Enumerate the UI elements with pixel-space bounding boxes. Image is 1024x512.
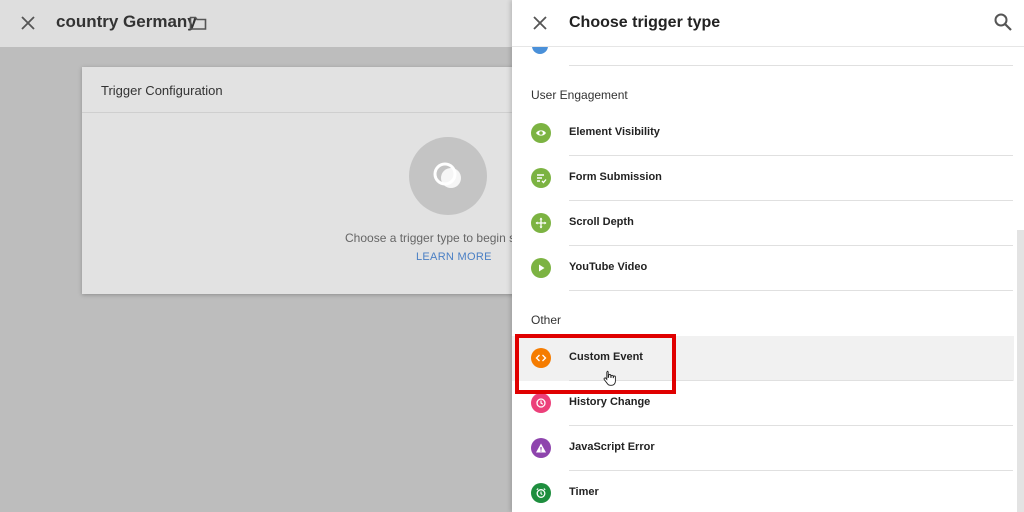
warning-icon [531,438,551,458]
trigger-item-label: YouTube Video [569,261,648,273]
move-icon [531,213,551,233]
trigger-item-label: Timer [569,486,599,498]
trigger-item-javascript-error[interactable]: JavaScript Error [512,426,1014,471]
trigger-placeholder[interactable] [409,137,487,215]
trigger-item-label: JavaScript Error [569,441,655,453]
editor-title[interactable]: country Germany [56,12,197,32]
trigger-item-scroll-depth[interactable]: Scroll Depth [512,201,1014,246]
card-hint-text: Choose a trigger type to begin s [345,231,516,245]
form-icon [531,168,551,188]
trigger-item-label: Scroll Depth [569,216,634,228]
folder-icon[interactable] [189,15,207,31]
learn-more-link[interactable]: LEARN MORE [416,251,492,263]
trigger-item-youtube-video[interactable]: YouTube Video [512,246,1014,291]
trigger-item-form-submission[interactable]: Form Submission [512,156,1014,201]
panel-header: Choose trigger type [512,0,1024,47]
highlight-box [515,334,676,394]
panel-scrollbar[interactable] [1017,230,1024,512]
trigger-configuration-card[interactable]: Trigger Configuration Choose a trigger t… [82,67,522,294]
section-user-engagement: User Engagement [531,88,628,102]
card-heading: Trigger Configuration [82,67,522,113]
play-icon [531,258,551,278]
trigger-item-label: Element Visibility [569,126,660,138]
panel-title: Choose trigger type [569,14,721,31]
close-icon [533,16,547,30]
editor-close-button[interactable] [18,13,38,33]
close-icon [21,16,35,30]
editor-header: country Germany [0,0,512,47]
trigger-item-timer[interactable]: Timer [512,471,1014,512]
trigger-type-icon [433,162,461,188]
trigger-item-label: History Change [569,396,651,408]
divider [569,290,1013,291]
search-icon[interactable] [993,12,1013,32]
trigger-item-label: Form Submission [569,171,662,183]
trigger-item-element-visibility[interactable]: Element Visibility [512,111,1014,156]
hand-cursor-icon [603,370,616,386]
divider [569,65,1013,66]
trigger-type-panel: Choose trigger type User Engagement Elem… [512,0,1024,512]
timer-icon [531,483,551,503]
section-other: Other [531,313,562,327]
eye-icon [531,123,551,143]
panel-close-button[interactable] [530,13,550,33]
history-icon [531,393,551,413]
